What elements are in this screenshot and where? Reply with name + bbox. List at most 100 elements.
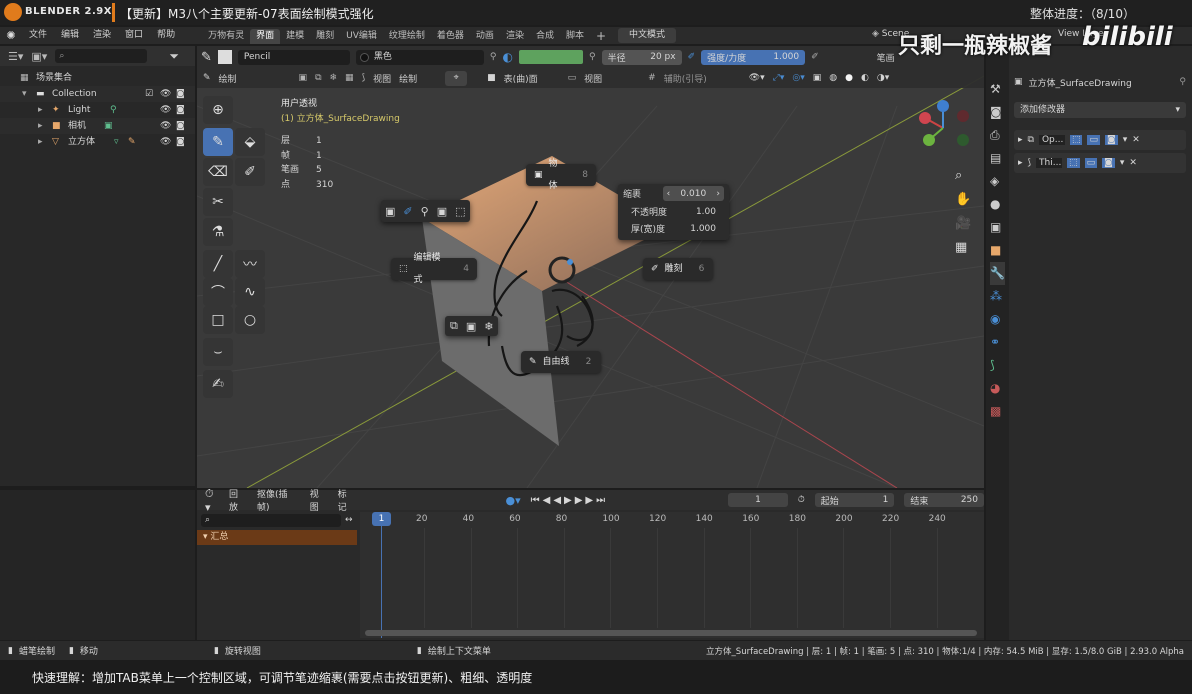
texture-tab-icon[interactable]: ▩ — [990, 400, 1005, 423]
layers-icon[interactable]: ▣ — [466, 320, 476, 333]
expand-arrow-icon[interactable]: ▾ — [22, 86, 27, 102]
menu-window[interactable]: 窗口 — [118, 27, 150, 44]
overlay-icon[interactable]: ◎▾ — [792, 73, 804, 83]
playback-menu[interactable]: 回放 — [229, 487, 247, 513]
pressure-icon[interactable]: ✐ — [688, 52, 696, 62]
tab-workspace-2[interactable]: 建模 — [280, 29, 310, 44]
placement-selector[interactable]: 表(曲)面 — [504, 72, 560, 85]
pie-freehand[interactable]: ✎ 自由线 2 — [521, 351, 601, 373]
line-tool-icon[interactable]: ╱ — [203, 250, 233, 278]
menu-help[interactable]: 帮助 — [150, 27, 182, 44]
horizontal-scrollbar[interactable] — [365, 630, 977, 636]
filter-icon[interactable]: ⏷ — [169, 49, 179, 64]
scene-tab-icon[interactable]: ◈ — [990, 170, 1005, 193]
eyedropper-tool-icon[interactable]: ⚗ — [203, 218, 233, 246]
expand-arrow-icon[interactable]: ▸ — [1018, 158, 1023, 168]
chevron-down-icon[interactable]: ▾ — [1120, 158, 1125, 168]
frame-ruler[interactable]: 20 40 60 80 100 120 140 160 180 200 220 240 — [360, 512, 960, 628]
fill-tool-icon[interactable]: ⬙ — [235, 128, 265, 156]
pin-icon-2[interactable]: ⚲ — [589, 52, 596, 62]
tab-workspace-8[interactable]: 渲染 — [500, 29, 530, 44]
language-button[interactable]: 中文模式 — [618, 28, 677, 43]
vertex-color-swatch[interactable] — [518, 50, 583, 64]
circle-tool-icon[interactable]: ○ — [235, 306, 265, 334]
camera-view-icon[interactable]: 🎥 — [955, 212, 971, 236]
blender-menu-icon[interactable]: ✺ — [0, 29, 22, 42]
arc-tool-icon[interactable]: ⌒ — [203, 278, 233, 306]
pen-icon[interactable]: ✐ — [403, 205, 412, 218]
expand-arrow-icon[interactable]: ▸ — [1018, 135, 1023, 145]
menu-file[interactable]: 文件 — [22, 27, 54, 44]
tint-tool-icon[interactable]: ✐ — [235, 158, 265, 186]
data-tab-icon[interactable]: ⟆ — [990, 354, 1005, 377]
clock-icon[interactable]: ⏱▾ — [205, 487, 219, 514]
expand-arrow-icon[interactable]: ▸ — [38, 134, 43, 150]
eye-icon[interactable]: 👁 — [160, 118, 171, 134]
tab-workspace-0[interactable]: 万物有灵 — [202, 29, 250, 44]
tab-workspace-3[interactable]: 雕刻 — [310, 29, 340, 44]
outliner-item-light[interactable]: ▸ ✦ Light ⚲ 👁 ◙ — [0, 102, 195, 118]
camera-render-icon[interactable]: ◙ — [176, 118, 185, 134]
copy-icon[interactable]: ⧉ — [450, 319, 458, 333]
search-input[interactable]: ⌕ — [201, 513, 341, 527]
scale-field[interactable]: ‹ 0.010 › — [662, 186, 724, 201]
keying-menu[interactable]: 抠像(插帧) — [257, 487, 300, 513]
editor-type-icon[interactable]: ☰▾ — [8, 50, 23, 63]
record-icon[interactable]: ●▾ — [506, 494, 521, 507]
pie-object-mode[interactable]: ▣ 物体 8 — [526, 159, 596, 191]
physics-tab-icon[interactable]: ◉ — [990, 308, 1005, 331]
pie-edit-mode[interactable]: ⬚ 编辑模式 4 — [391, 253, 477, 285]
render-tab-icon[interactable]: ◙ — [990, 101, 1005, 124]
view-layer-tab-icon[interactable]: ▤ — [990, 147, 1005, 170]
end-frame-field[interactable]: 结束 250 — [904, 493, 985, 507]
multiframe-icon[interactable]: ⧉ — [315, 73, 321, 83]
decrement-icon[interactable]: ‹ — [667, 189, 671, 199]
stroke-menu[interactable]: 笔画 — [877, 51, 895, 64]
view-plane-selector[interactable]: 视图 — [584, 72, 640, 85]
render-toggle-icon[interactable]: ◙ — [1105, 135, 1118, 145]
solid-shading-icon[interactable]: ● — [845, 73, 853, 83]
box-tool-icon[interactable]: □ — [203, 306, 233, 334]
eye-icon[interactable]: 👁 — [160, 134, 171, 150]
draw-tool-icon[interactable]: ✎ — [203, 128, 233, 156]
ortho-grid-icon[interactable]: ▦ — [955, 236, 971, 260]
camera-render-icon[interactable]: ◙ — [176, 134, 185, 150]
tab-workspace-6[interactable]: 着色器 — [431, 29, 470, 44]
start-frame-field[interactable]: 起始 1 — [814, 493, 895, 507]
pressure-icon-2[interactable]: ✐ — [811, 52, 819, 62]
pin-icon[interactable]: ⚲ — [1179, 77, 1186, 87]
eye-icon[interactable]: 👁 — [160, 102, 171, 118]
menu-render[interactable]: 渲染 — [86, 27, 118, 44]
annotate-tool-icon[interactable]: ✍ — [203, 370, 233, 398]
playback-controls[interactable]: ⏮◀◀▶▶▶⏭ — [531, 495, 608, 506]
channel-search[interactable]: ⌕ ↔ — [197, 512, 357, 528]
add-workspace-button[interactable]: + — [590, 29, 612, 44]
navigation-gizmo[interactable] — [913, 98, 973, 158]
close-icon[interactable]: ✕ — [1132, 135, 1140, 145]
collection-tab-icon[interactable]: ▣ — [990, 216, 1005, 239]
curve-tool-icon[interactable]: ∿ — [235, 278, 265, 306]
eyedropper-icon[interactable]: ⌖ — [445, 70, 468, 86]
erase-tool-icon[interactable]: ⌫ — [203, 158, 233, 186]
modifier-row-0[interactable]: ▸ ⧉ Op... ⬚ ▭ ◙ ▾ ✕ — [1014, 130, 1186, 150]
particles-tab-icon[interactable]: ⁂ — [990, 285, 1005, 308]
current-frame-field[interactable]: 1 — [728, 493, 788, 507]
freeze-icon[interactable]: ❄ — [484, 320, 493, 333]
xray-icon[interactable]: ▣ — [813, 73, 822, 83]
gizmo-icon[interactable]: ⤢▾ — [773, 73, 785, 83]
radius-slider[interactable]: 半径 20 px — [601, 49, 682, 65]
box-select-icon[interactable]: ⬚ — [455, 205, 465, 218]
interpolate-tool-icon[interactable]: ⌣ — [203, 338, 233, 366]
modifier-name[interactable]: Op... — [1038, 135, 1065, 145]
tab-workspace-1[interactable]: 界面 — [250, 28, 281, 44]
thickness-row[interactable]: 厚(宽)度 1.000 — [618, 220, 729, 237]
expand-arrow-icon[interactable]: ▸ — [38, 118, 43, 134]
pan-hand-icon[interactable]: ✋ — [955, 188, 971, 212]
pencil-tool-icon[interactable]: ✎ — [201, 50, 212, 65]
modifier-tab-icon[interactable]: 🔧 — [990, 262, 1005, 285]
wireframe-shading-icon[interactable]: ◍ — [829, 73, 837, 83]
tab-workspace-10[interactable]: 脚本 — [560, 29, 590, 44]
layer-toggle-icon[interactable]: ▣ — [299, 73, 308, 83]
draw-menu[interactable]: 绘制 — [399, 72, 417, 85]
pin-icon[interactable]: ⚲ — [490, 52, 497, 62]
